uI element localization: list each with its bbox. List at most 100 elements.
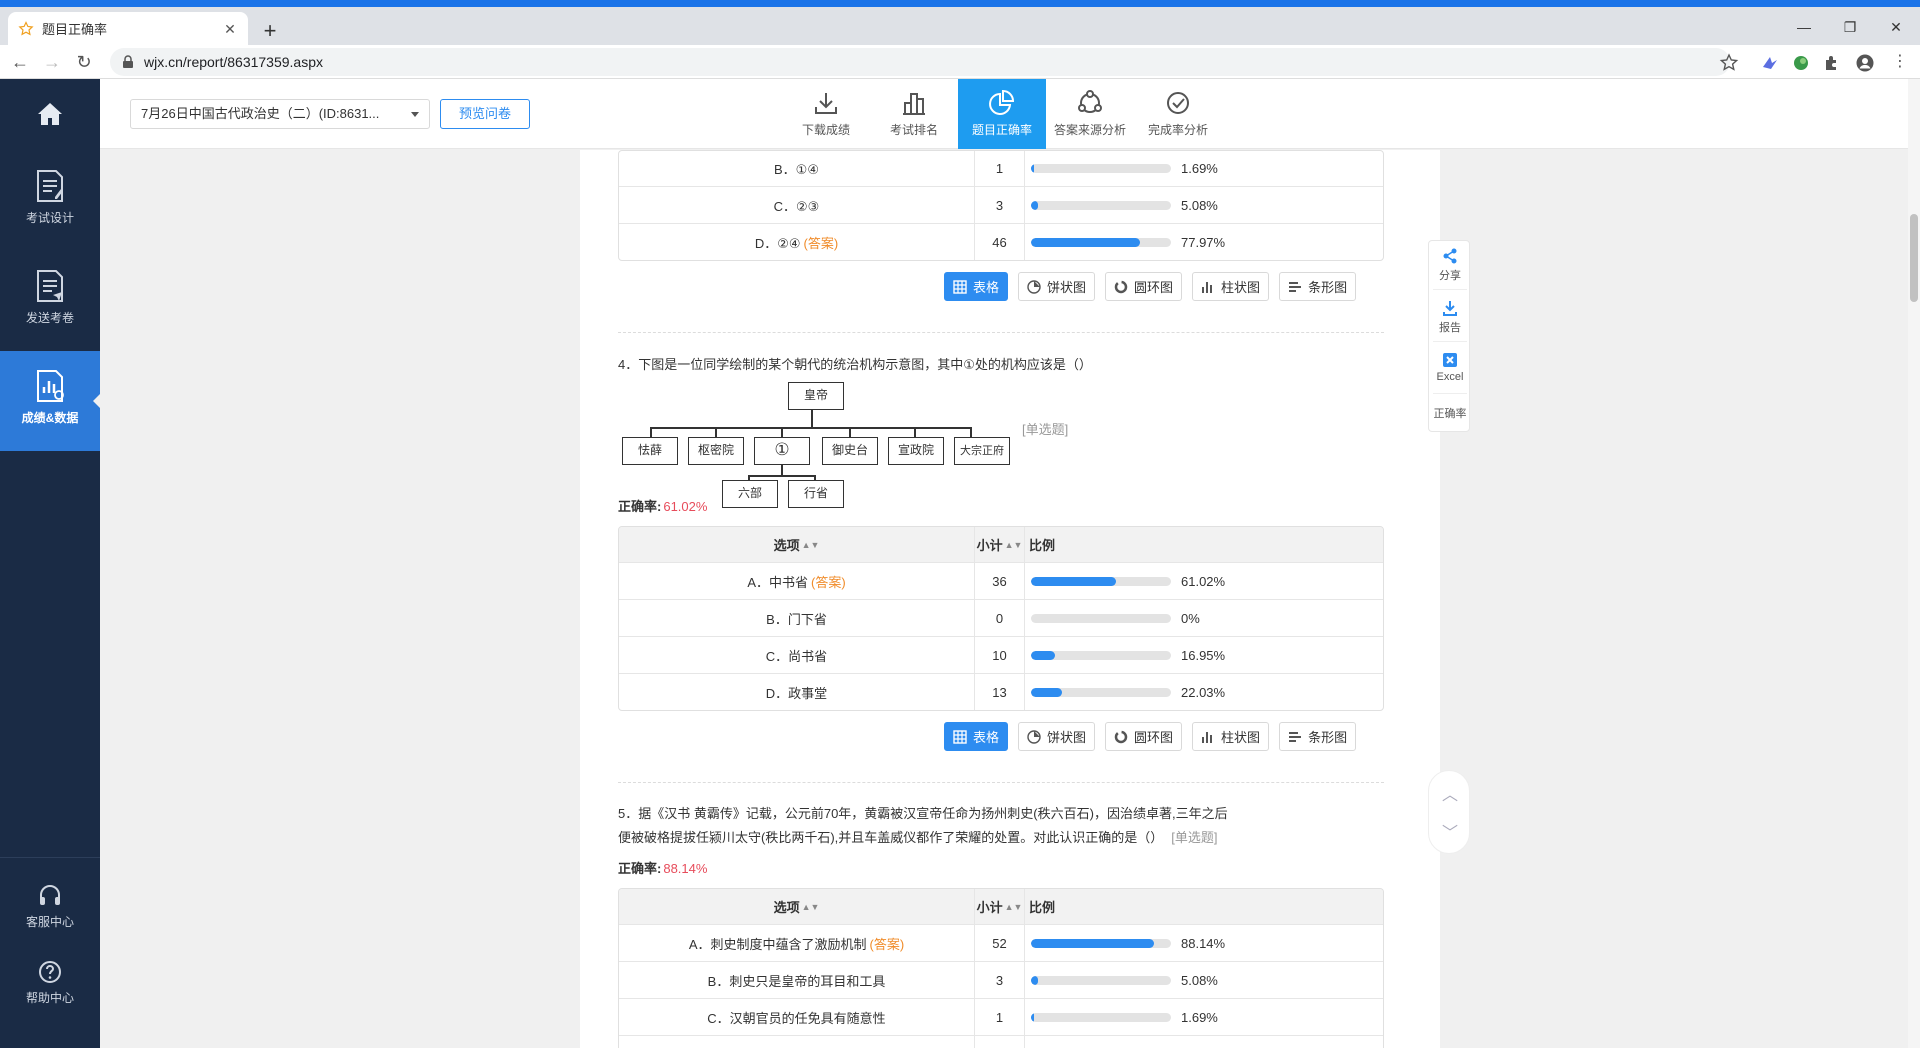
table-header-row: 选项 ▲▼ 小计 ▲▼ 比例: [619, 527, 1383, 562]
header-count-label: 小计: [976, 538, 1003, 553]
count-cell: 52: [975, 925, 1025, 961]
page-scrollbar[interactable]: [1908, 79, 1920, 1048]
header-count[interactable]: 小计 ▲▼: [975, 527, 1025, 562]
restore-icon[interactable]: ❐: [1830, 19, 1870, 36]
window-close-icon[interactable]: ✕: [1876, 19, 1916, 36]
chevron-down-icon[interactable]: ﹀: [1429, 819, 1471, 843]
ratio-percent: 61.02%: [1181, 573, 1226, 589]
diagram-connector: [781, 465, 783, 475]
back-icon[interactable]: ←: [8, 51, 32, 75]
extension-globe-icon[interactable]: [1791, 53, 1811, 73]
header-ratio: 比例: [1029, 900, 1056, 915]
view-bar-button[interactable]: 条形图: [1279, 722, 1357, 751]
preview-button[interactable]: 预览问卷: [440, 99, 530, 129]
donut-chart-icon: [1114, 730, 1128, 743]
extension-bird-icon[interactable]: [1760, 53, 1780, 73]
url-text: wjx.cn/report/86317359.aspx: [144, 54, 323, 70]
pie-chart-icon: [1027, 279, 1041, 294]
diagram-connector: [650, 427, 652, 437]
view-bar-label: 条形图: [1308, 730, 1348, 745]
option-cell: B．刺史只是皇帝的耳目和工具: [619, 962, 975, 998]
table-row: D．政事堂 13 22.03%: [619, 673, 1383, 710]
omnibox[interactable]: wjx.cn/report/86317359.aspx: [110, 48, 1730, 76]
tab-answer-source[interactable]: 答案来源分析: [1046, 79, 1134, 149]
tab-close-icon[interactable]: ✕: [222, 21, 238, 37]
sidebar-item-label: 考试设计: [25, 211, 74, 225]
ratio-percent: 22.03%: [1181, 684, 1226, 700]
sidebar-item-exam-design[interactable]: 考试设计: [0, 151, 100, 251]
bookmark-star-icon[interactable]: [1719, 53, 1739, 73]
report-header: 7月26日中国古代政治史（二）(ID:8631... 预览问卷 下载成绩 考试排…: [100, 79, 1908, 149]
accuracy-button[interactable]: 正确率: [1429, 405, 1471, 421]
view-column-button[interactable]: 柱状图: [1192, 272, 1270, 301]
view-donut-button[interactable]: 圆环图: [1105, 722, 1183, 751]
view-bar-button[interactable]: 条形图: [1279, 272, 1357, 301]
reload-icon[interactable]: ↻: [72, 51, 96, 75]
chevron-down-icon: [411, 112, 419, 117]
view-column-button[interactable]: 柱状图: [1192, 722, 1270, 751]
view-table-button[interactable]: 表格: [944, 272, 1009, 301]
share-icon: [1443, 248, 1457, 264]
ratio-percent: 1.69%: [1181, 1009, 1218, 1025]
report-download-button[interactable]: 报告: [1429, 299, 1471, 335]
diagram-box: 御史台: [822, 437, 878, 465]
column-chart-icon: [1202, 731, 1213, 743]
question-type: [单选题]: [1171, 830, 1218, 845]
help-icon: [39, 961, 61, 983]
survey-select[interactable]: 7月26日中国古代政治史（二）(ID:8631...: [130, 99, 430, 129]
sidebar-item-scores-data[interactable]: 成绩&数据: [0, 351, 101, 451]
sort-icon: ▲▼: [1004, 539, 1023, 550]
count-cell: 0: [975, 600, 1025, 636]
diagram-box: 六部: [722, 480, 778, 508]
scrollbar-thumb[interactable]: [1910, 214, 1918, 302]
extensions-puzzle-icon[interactable]: [1822, 53, 1842, 73]
ratio-percent: 5.08%: [1181, 197, 1218, 213]
view-pie-button[interactable]: 饼状图: [1018, 272, 1096, 301]
correct-rate-value: 61.02%: [663, 499, 708, 514]
diagram-connector: [970, 427, 972, 437]
ratio-bar: [1031, 975, 1171, 985]
doc-edit-icon: [37, 170, 63, 202]
option-cell: C．尚书省: [619, 637, 975, 673]
question-title: 5．据《汉书 黄霸传》记载，公元前70年，黄霸被汉宣帝任命为扬州刺史(秩六百石)…: [618, 806, 1228, 821]
view-table-button[interactable]: 表格: [944, 722, 1009, 751]
q3-view-switcher: 表格 饼状图 圆环图 柱状图 条形图: [944, 272, 1357, 302]
tab-label: 题目正确率: [971, 123, 1032, 137]
ratio-bar-fill: [1031, 576, 1117, 586]
header-count[interactable]: 小计 ▲▼: [975, 889, 1025, 924]
home-button[interactable]: [0, 79, 100, 151]
sidebar-item-customer-service[interactable]: 客服中心: [0, 871, 100, 943]
tab-completion-analysis[interactable]: 完成率分析: [1134, 79, 1222, 149]
option-cell: [619, 1036, 975, 1048]
ratio-bar-fill: [1031, 200, 1039, 210]
correct-rate-label: 正确率:: [618, 861, 662, 876]
share-button[interactable]: 分享: [1429, 247, 1471, 283]
new-tab-icon[interactable]: +: [258, 20, 282, 44]
forward-icon[interactable]: →: [40, 51, 64, 75]
minimize-icon[interactable]: —: [1784, 19, 1824, 35]
browser-menu-icon[interactable]: ⋮: [1888, 51, 1912, 75]
count-cell: [975, 1036, 1025, 1048]
header-option[interactable]: 选项 ▲▼: [619, 889, 975, 924]
profile-icon[interactable]: [1855, 53, 1875, 73]
diagram-connector: [748, 475, 814, 477]
ratio-cell: 61.02%: [1025, 563, 1383, 599]
tab-exam-ranking[interactable]: 考试排名: [870, 79, 958, 149]
browser-tab[interactable]: 题目正确率 ✕: [8, 12, 248, 45]
view-column-label: 柱状图: [1221, 280, 1261, 295]
chevron-up-icon[interactable]: ︿: [1429, 781, 1471, 805]
count-cell: 1: [975, 999, 1025, 1035]
report-label: 报告: [1439, 322, 1461, 334]
tab-label: 完成率分析: [1147, 123, 1208, 137]
tab-question-accuracy[interactable]: 题目正确率: [958, 79, 1046, 149]
sidebar-item-send-exam[interactable]: 发送考卷: [0, 251, 100, 351]
report-content: B．①④ 1 1.69% C．②③ 3 5.08% D．②④ (答案) 46 77…: [580, 150, 1440, 1048]
view-donut-button[interactable]: 圆环图: [1105, 272, 1183, 301]
view-pie-button[interactable]: 饼状图: [1018, 722, 1096, 751]
sidebar-item-label: 客服中心: [25, 915, 74, 929]
ranking-icon: [903, 93, 925, 115]
sidebar-item-help-center[interactable]: 帮助中心: [0, 947, 100, 1019]
excel-export-button[interactable]: Excel: [1429, 351, 1471, 383]
tab-download-scores[interactable]: 下载成绩: [782, 79, 870, 149]
header-option[interactable]: 选项 ▲▼: [619, 527, 975, 562]
